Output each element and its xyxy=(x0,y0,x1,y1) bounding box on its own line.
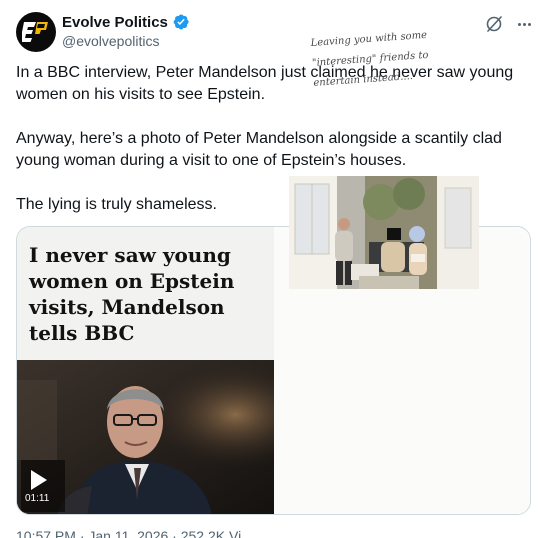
photo-image[interactable] xyxy=(289,176,479,289)
evolve-politics-logo-icon xyxy=(22,22,48,42)
avatar[interactable] xyxy=(16,12,56,52)
author-name-row[interactable]: Evolve Politics xyxy=(62,13,190,31)
tweet-paragraph: Anyway, here’s a photo of Peter Mandelso… xyxy=(16,130,502,169)
video-thumbnail[interactable]: 01:11 xyxy=(17,360,274,514)
handwritten-note: Leaving you with some "interesting" frie… xyxy=(310,21,494,93)
media-left-pane[interactable]: I never saw young women on Epstein visit… xyxy=(17,227,274,514)
photo-scene xyxy=(289,176,479,289)
author-handle[interactable]: @evolvepolitics xyxy=(62,33,159,49)
video-duration: 01:11 xyxy=(25,493,50,504)
verified-badge-icon xyxy=(173,14,189,30)
more-icon[interactable] xyxy=(514,14,534,34)
tweet-timestamp[interactable]: 10:57 PM · Jan 11, 2026 · 252.2K Vi xyxy=(16,528,241,538)
media-headline: I never saw young women on Epstein visit… xyxy=(29,243,235,345)
author-display-name[interactable]: Evolve Politics xyxy=(62,14,168,31)
play-icon[interactable] xyxy=(31,470,47,490)
